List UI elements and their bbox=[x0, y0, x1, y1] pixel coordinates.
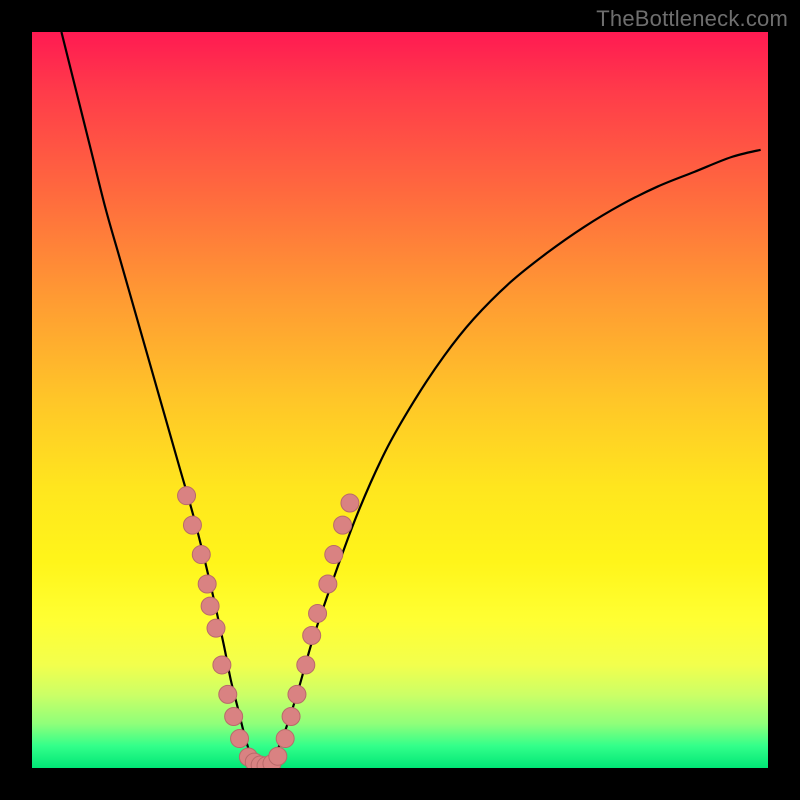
bottleneck-curve bbox=[61, 32, 760, 768]
marker-dot bbox=[288, 685, 306, 703]
plot-area bbox=[32, 32, 768, 768]
marker-dot bbox=[207, 619, 225, 637]
marker-dot bbox=[297, 656, 315, 674]
marker-dot bbox=[231, 730, 249, 748]
marker-dot bbox=[303, 627, 321, 645]
marker-dot bbox=[192, 546, 210, 564]
chart-frame: TheBottleneck.com bbox=[0, 0, 800, 800]
marker-dot bbox=[319, 575, 337, 593]
marker-dot bbox=[269, 747, 287, 765]
marker-dot bbox=[309, 604, 327, 622]
marker-dot bbox=[178, 487, 196, 505]
marker-dot bbox=[276, 730, 294, 748]
marker-dot bbox=[201, 597, 219, 615]
marker-dot bbox=[219, 685, 237, 703]
curve-svg bbox=[32, 32, 768, 768]
marker-dot bbox=[225, 707, 243, 725]
marker-dot bbox=[198, 575, 216, 593]
marker-dot bbox=[183, 516, 201, 534]
watermark-text: TheBottleneck.com bbox=[596, 6, 788, 32]
marker-dot bbox=[334, 516, 352, 534]
curve-markers bbox=[178, 487, 359, 768]
marker-dot bbox=[213, 656, 231, 674]
marker-dot bbox=[341, 494, 359, 512]
marker-dot bbox=[325, 546, 343, 564]
marker-dot bbox=[282, 707, 300, 725]
